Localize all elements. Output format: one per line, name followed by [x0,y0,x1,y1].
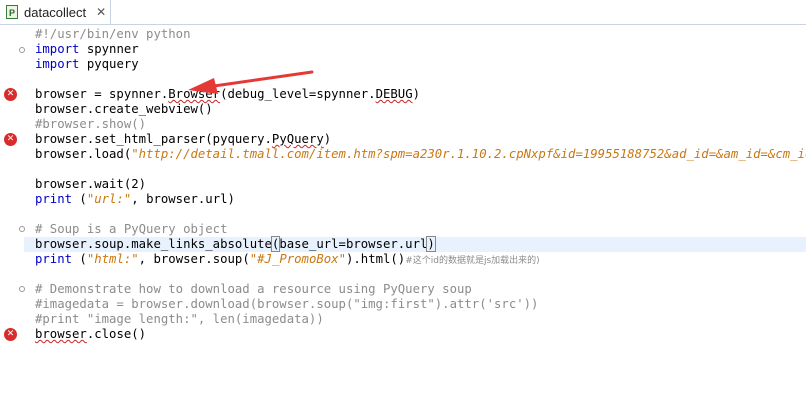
tab-title: datacollect [24,4,87,20]
editor-gutter: ✕ ✕ ✕ [0,25,25,405]
code-line: # Demonstrate how to download a resource… [35,282,472,296]
text-cursor [434,237,436,250]
code-line: print ("url:", browser.url) [35,192,235,206]
code-line: # Soup is a PyQuery object [35,222,228,236]
code-line: browser.load("http://detail.tmall.com/it… [35,147,806,161]
error-marker-icon[interactable]: ✕ [4,328,17,341]
code-line: import spynner [35,42,139,56]
code-line: browser = spynner.Browser(debug_level=sp… [35,87,421,101]
code-line: browser.close() [35,327,147,341]
code-line: #!/usr/bin/env python [35,27,191,41]
python-file-icon: P [6,5,18,19]
code-line: browser.set_html_parser(pyquery.PyQuery) [35,132,332,146]
code-line: import pyquery [35,57,139,71]
tab-datacollect[interactable]: P datacollect ✕ [0,0,111,24]
code-line: print ("html:", browser.soup("#J_PromoBo… [35,252,540,266]
code-line: browser.wait(2) [35,177,147,191]
code-line: browser.create_webview() [35,102,213,116]
error-marker-icon[interactable]: ✕ [4,88,17,101]
editor-tab-bar: P datacollect ✕ [0,0,806,25]
error-marker-icon[interactable]: ✕ [4,133,17,146]
code-editor[interactable]: #!/usr/bin/env python import spynner imp… [24,25,806,405]
code-line: #imagedata = browser.download(browser.so… [35,297,539,311]
close-tab-icon[interactable]: ✕ [96,5,106,19]
code-line: #browser.show() [35,117,147,131]
code-line: #print "image length:", len(imagedata)) [35,312,324,326]
current-code-line: browser.soup.make_links_absolute(base_ur… [24,236,806,252]
